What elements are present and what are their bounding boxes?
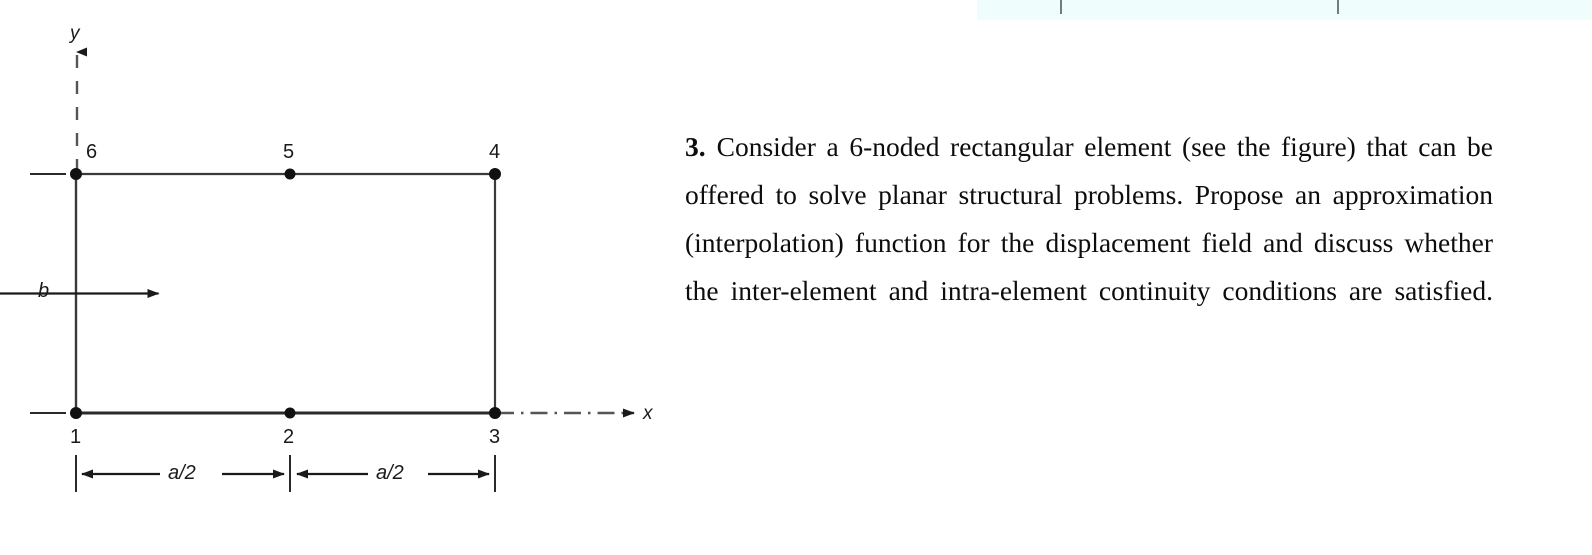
node-dot-5 <box>284 168 296 180</box>
node-label-1: 1 <box>70 426 82 448</box>
node-dot-1 <box>70 407 82 419</box>
dimension-label-b: b <box>38 280 50 302</box>
node-dot-2 <box>284 407 296 419</box>
node-dot-4 <box>489 168 501 180</box>
problem-number: 3. <box>685 131 706 162</box>
element-figure: y x b a/2 a/2 1 2 3 4 5 6 <box>0 0 680 520</box>
figure-drawing <box>0 47 635 492</box>
problem-body: Consider a 6-noded rectangular element (… <box>685 131 1493 306</box>
node-label-5: 5 <box>283 141 295 163</box>
node-label-4: 4 <box>489 141 501 163</box>
height-dimension-b <box>0 173 160 414</box>
node-label-6: 6 <box>86 141 98 163</box>
scanner-tick-mark-2 <box>1337 0 1339 14</box>
problem-statement: 3. Consider a 6-noded rectangular element… <box>685 123 1493 363</box>
page-root: y x b a/2 a/2 1 2 3 4 5 6 3. Consider a 6… <box>0 0 1592 555</box>
node-label-2: 2 <box>283 426 295 448</box>
dimension-label-a-half-right: a/2 <box>376 462 404 484</box>
node-dot-6 <box>70 168 82 180</box>
scanner-tick-mark-1 <box>1060 0 1062 14</box>
y-axis-label: y <box>70 23 80 44</box>
x-axis-label: x <box>643 403 653 424</box>
node-dot-3 <box>489 407 501 419</box>
node-label-3: 3 <box>489 426 501 448</box>
scanner-artifact-band <box>977 0 1592 20</box>
dimension-label-a-half-left: a/2 <box>168 462 196 484</box>
